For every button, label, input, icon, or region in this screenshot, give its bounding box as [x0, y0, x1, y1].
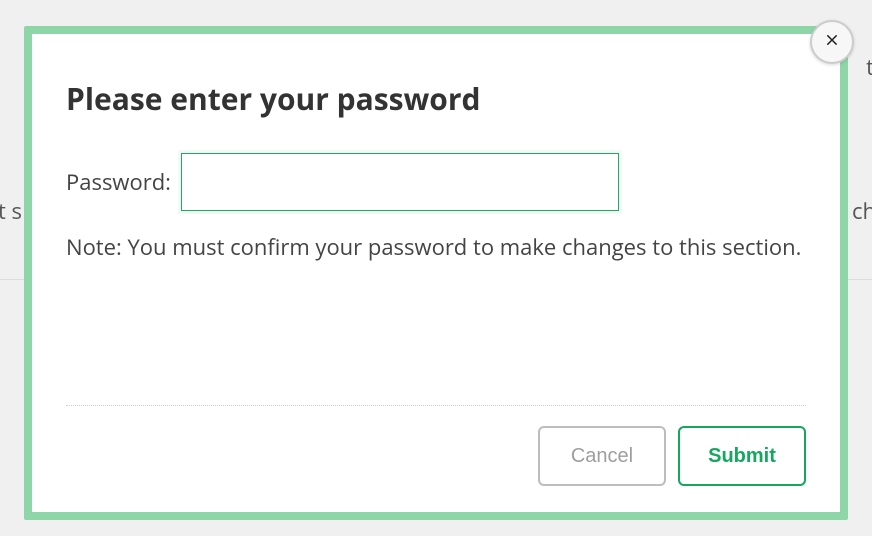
backdrop-text-fragment: ch	[852, 196, 872, 226]
password-field-row: Password:	[66, 153, 806, 211]
confirmation-note: Note: You must confirm your password to …	[66, 231, 806, 264]
password-modal: Please enter your password Password: Not…	[24, 26, 848, 520]
cancel-button[interactable]: Cancel	[538, 426, 666, 486]
backdrop-text-fragment: t	[866, 52, 872, 82]
password-label: Password:	[66, 167, 171, 197]
password-input[interactable]	[181, 153, 619, 211]
modal-footer: Cancel Submit	[66, 405, 806, 486]
submit-button[interactable]: Submit	[678, 426, 806, 486]
modal-body: Please enter your password Password: Not…	[32, 34, 840, 512]
modal-title: Please enter your password	[66, 78, 806, 119]
backdrop-text-fragment: t s	[0, 196, 22, 226]
close-button[interactable]	[810, 20, 854, 64]
close-icon	[823, 31, 841, 54]
